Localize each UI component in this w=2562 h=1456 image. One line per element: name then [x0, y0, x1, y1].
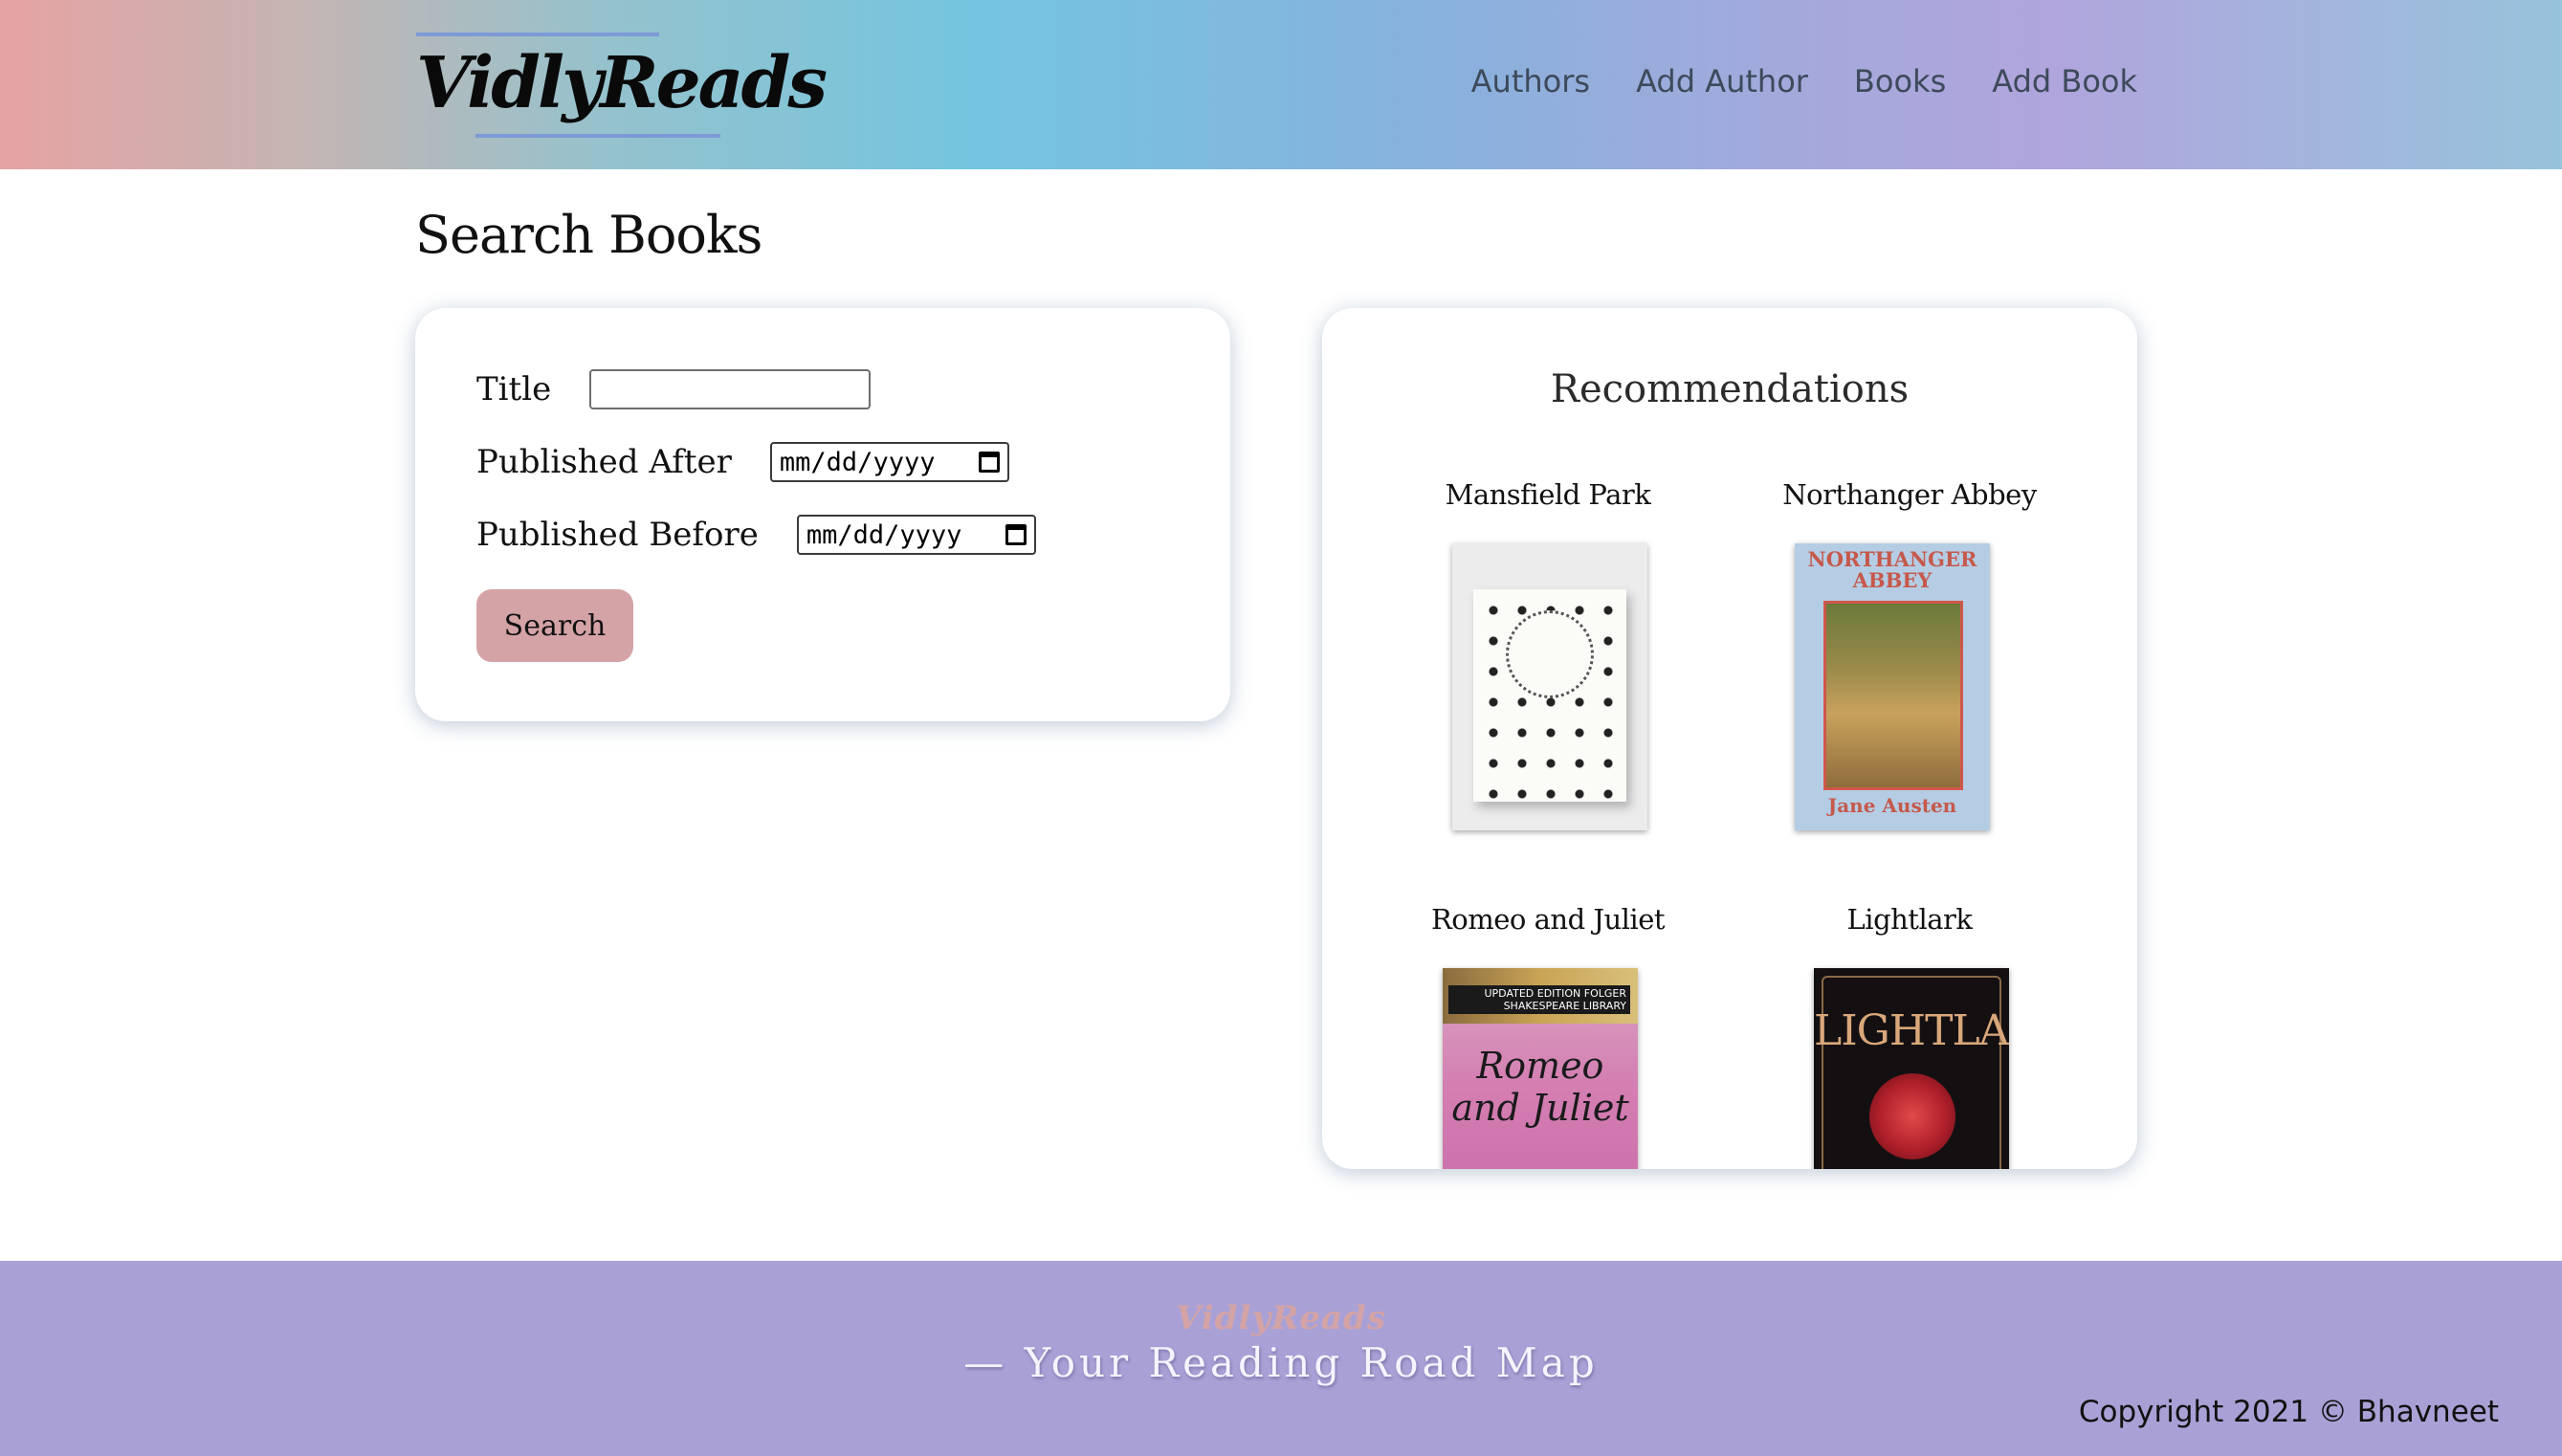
nav-add-book[interactable]: Add Book — [1992, 63, 2137, 99]
published-after-row: Published After mm/dd/yyyy — [476, 442, 1009, 482]
title-label: Title — [476, 370, 552, 408]
calendar-icon[interactable] — [1005, 524, 1027, 545]
cover-emblem — [1506, 610, 1594, 698]
logo-underline-bottom — [475, 134, 720, 138]
nav-books[interactable]: Books — [1854, 63, 1946, 99]
book-title[interactable]: Romeo and Juliet — [1395, 903, 1701, 936]
book-cover-mansfield-park[interactable] — [1452, 543, 1647, 830]
footer-logo: VidlyReads — [1176, 1299, 1386, 1337]
published-before-input[interactable]: mm/dd/yyyy — [796, 515, 1036, 555]
footer-tagline: — Your Reading Road Map — [963, 1339, 1599, 1386]
nav-add-author[interactable]: Add Author — [1636, 63, 1808, 99]
book-cover-lightlark[interactable]: LIGHTLARK — [1814, 968, 2009, 1169]
book-title[interactable]: Mansfield Park — [1395, 478, 1701, 511]
cover-title: NORTHANGER ABBEY — [1807, 547, 1977, 592]
calendar-icon[interactable] — [978, 452, 1000, 473]
book-card-mansfield-park[interactable]: Mansfield Park — [1395, 478, 1701, 511]
book-cover-romeo-and-juliet[interactable]: UPDATED EDITION FOLGER SHAKESPEARE LIBRA… — [1443, 968, 1638, 1169]
book-card-northanger-abbey[interactable]: Northanger Abbey — [1756, 478, 2063, 511]
book-cover-northanger-abbey[interactable]: NORTHANGER ABBEY Jane Austen — [1795, 543, 1990, 830]
main-nav: Authors Add Author Books Add Book — [1471, 63, 2137, 99]
published-before-label: Published Before — [476, 516, 759, 554]
nav-authors[interactable]: Authors — [1471, 63, 1590, 99]
published-after-value: mm/dd/yyyy — [779, 447, 936, 477]
book-card-romeo-and-juliet[interactable]: Romeo and Juliet — [1395, 903, 1701, 936]
published-after-label: Published After — [476, 443, 732, 481]
title-input[interactable] — [589, 369, 872, 409]
logo-text[interactable]: VidlyReads — [416, 42, 828, 124]
book-title[interactable]: Lightlark — [1756, 903, 2063, 936]
header: VidlyReads Authors Add Author Books Add … — [0, 0, 2562, 169]
cover-title: LIGHTLARK — [1814, 1006, 2009, 1055]
search-form-card: Title Published After mm/dd/yyyy Publish… — [415, 308, 1230, 721]
book-card-lightlark[interactable]: Lightlark — [1756, 903, 2063, 936]
copyright-text: Copyright 2021 © Bhavneet — [2078, 1395, 2499, 1429]
cover-series-label: UPDATED EDITION FOLGER SHAKESPEARE LIBRA… — [1448, 985, 1630, 1014]
footer: VidlyReads — Your Reading Road Map Copyr… — [0, 1261, 2562, 1456]
cover-author: Jane Austen — [1827, 794, 1957, 817]
recommendations-heading: Recommendations — [1550, 367, 1910, 411]
published-before-row: Published Before mm/dd/yyyy — [476, 515, 1036, 555]
recommendations-card: Recommendations Mansfield Park Northange… — [1322, 308, 2137, 1169]
cover-title: Romeo and Juliet — [1451, 1045, 1629, 1129]
rose-icon — [1869, 1073, 1955, 1159]
page-title: Search Books — [415, 205, 762, 265]
book-title[interactable]: Northanger Abbey — [1756, 478, 2063, 511]
title-row: Title — [476, 369, 872, 409]
logo-underline-top — [416, 33, 659, 36]
published-before-value: mm/dd/yyyy — [806, 519, 962, 550]
published-after-input[interactable]: mm/dd/yyyy — [769, 442, 1009, 482]
search-button[interactable]: Search — [476, 589, 633, 662]
cover-painting — [1823, 601, 1963, 790]
logo[interactable]: VidlyReads — [416, 29, 828, 143]
